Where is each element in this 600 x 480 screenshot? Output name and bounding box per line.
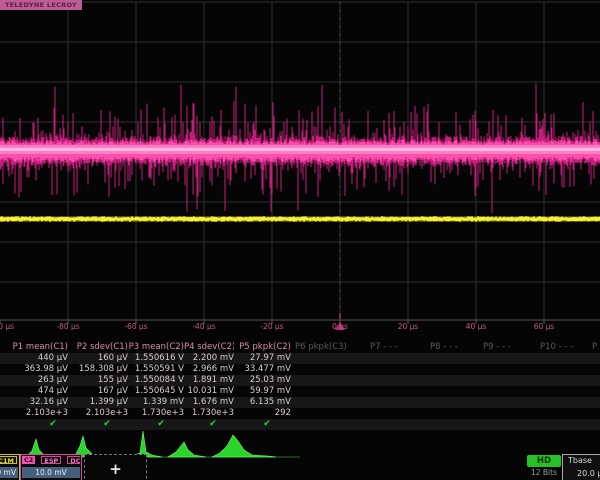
add-trace-button[interactable]: + [84, 454, 147, 480]
timebase-label: Tbase [568, 456, 592, 465]
param-header-p2[interactable]: P2 sdev(C1) [68, 342, 128, 353]
c1-scale-value: 10.0 mV [0, 467, 18, 478]
time-axis-tick-label: 20 µs [398, 322, 419, 331]
histicon-p5[interactable] [212, 435, 276, 457]
status-check-icon-p5: ✔ [260, 419, 274, 430]
param-header-p5[interactable]: P5 pkpk(C2) [234, 342, 291, 353]
measure-value-r4-p2: 1.399 µV [68, 397, 128, 408]
measure-value-r0-p2: 160 µV [68, 353, 128, 364]
status-check-icon-p1: ✔ [46, 419, 60, 430]
measure-value-r3-p4: 10.031 mV [184, 386, 234, 397]
timebase-descriptor[interactable]: Tbase 20.0 µs [562, 454, 600, 480]
c2-chip-row: C2 ESP DC1M [22, 456, 80, 466]
measure-value-r2-p5: 25.03 mV [234, 375, 291, 386]
measure-value-r3-p3: 1.550645 V [128, 386, 184, 397]
measure-value-r3-p5: 59.97 mV [234, 386, 291, 397]
time-axis-tick-label: -40 µs [192, 322, 215, 331]
measure-value-r1-p1: 363.98 µV [0, 364, 68, 375]
measure-value-r3-p1: 474 µV [0, 386, 68, 397]
status-check-icon-p4: ✔ [206, 419, 220, 430]
measure-value-r2-p1: 263 µV [0, 375, 68, 386]
time-axis-tick-label: -60 µs [124, 322, 147, 331]
c1-coupling-chip: DC1M [0, 456, 17, 464]
histicon-p4[interactable] [168, 442, 206, 457]
plus-icon: + [85, 457, 146, 480]
measure-value-r2-p2: 155 µV [68, 375, 128, 386]
status-check-icon-p2: ✔ [100, 419, 114, 430]
time-axis-tick-label: 60 µs [534, 322, 555, 331]
measure-stats-row: 32.16 µV1.399 µV1.339 mV1.676 mV6.135 mV [0, 397, 600, 408]
oscilloscope-screen: TELEDYNE LECROY -100 µs -80 µs -60 µs -40 µ… [0, 0, 600, 480]
param-header-inactive-p7[interactable]: P7 - - - [370, 342, 398, 353]
channel-c1-descriptor[interactable]: DC1M 10.0 mV [0, 454, 20, 480]
hd-bits-label: 12 Bits [523, 468, 565, 477]
c2-probe-chip: ESP [41, 456, 61, 464]
c2-scale-value: 10.0 mV [22, 467, 80, 478]
measure-stats-row: 2.103e+32.103e+31.730e+31.730e+3292 [0, 408, 600, 419]
measure-header-row: P1 mean(C1)P2 sdev(C1)P3 mean(C2)P4 sdev… [0, 342, 600, 353]
timebase-scale-value: 20.0 µs [577, 469, 600, 478]
measure-value-r1-p5: 33.477 mV [234, 364, 291, 375]
measure-value-r4-p3: 1.339 mV [128, 397, 184, 408]
brand-badge: TELEDYNE LECROY [0, 0, 82, 10]
measure-value-r5-p4: 1.730e+3 [184, 408, 234, 419]
measure-value-r1-p4: 2.966 mV [184, 364, 234, 375]
measure-value-r1-p3: 1.550591 V [128, 364, 184, 375]
c2-coupling-chip: DC1M [67, 456, 80, 464]
hd-mode-badge[interactable]: HD [527, 455, 561, 467]
measurement-table: P1 mean(C1)P2 sdev(C1)P3 mean(C2)P4 sdev… [0, 342, 600, 430]
measure-stats-row: 263 µV155 µV1.550084 V1.891 mV25.03 mV [0, 375, 600, 386]
time-axis-tick-label: 0 µs [332, 322, 348, 331]
measure-stats-row: 363.98 µV158.308 µV1.550591 V2.966 mV33.… [0, 364, 600, 375]
c1-chip-row: DC1M [0, 456, 18, 466]
measure-value-r0-p3: 1.550616 V [128, 353, 184, 364]
param-header-inactive-p11[interactable]: P [592, 342, 597, 353]
time-axis-tick-label: -100 µs [0, 322, 14, 331]
c2-hot-center [0, 148, 600, 151]
measure-value-r4-p1: 32.16 µV [0, 397, 68, 408]
measure-value-r5-p1: 2.103e+3 [0, 408, 68, 419]
param-header-inactive-p6[interactable]: P6 pkpk(C3) [295, 342, 347, 353]
param-header-inactive-p9[interactable]: P9 - - - [483, 342, 511, 353]
time-axis-tick-label: -80 µs [56, 322, 79, 331]
measure-value-r0-p5: 27.97 mV [234, 353, 291, 364]
measure-value-r1-p2: 158.308 µV [68, 364, 128, 375]
measure-value-r2-p4: 1.891 mV [184, 375, 234, 386]
time-axis-labels: -100 µs -80 µs -60 µs -40 µs -20 µs 0 µs 20 µs… [0, 322, 600, 334]
measure-stats-row: 440 µV160 µV1.550616 V2.200 mV27.97 mV [0, 353, 600, 364]
param-header-p1[interactable]: P1 mean(C1) [0, 342, 68, 353]
param-header-inactive-p8[interactable]: P8 - - - [430, 342, 458, 353]
measure-value-r4-p4: 1.676 mV [184, 397, 234, 408]
measure-value-r3-p2: 167 µV [68, 386, 128, 397]
param-header-inactive-p10[interactable]: P10 - - - [540, 342, 573, 353]
time-axis-tick-label: -20 µs [260, 322, 283, 331]
measure-value-r0-p4: 2.200 mV [184, 353, 234, 364]
measure-value-r0-p1: 440 µV [0, 353, 68, 364]
param-header-p3[interactable]: P3 mean(C2) [128, 342, 184, 353]
measure-stats-row: 474 µV167 µV1.550645 V10.031 mV59.97 mV [0, 386, 600, 397]
channel-c2-descriptor[interactable]: C2 ESP DC1M 10.0 mV [20, 454, 82, 480]
measure-value-r4-p5: 6.135 mV [234, 397, 291, 408]
measure-value-r5-p5: 292 [234, 408, 291, 419]
measure-value-r5-p3: 1.730e+3 [128, 408, 184, 419]
measure-value-r2-p3: 1.550084 V [128, 375, 184, 386]
time-axis-tick-label: 40 µs [466, 322, 487, 331]
measure-status-row: ✔ ✔ ✔ ✔ ✔ [0, 419, 600, 430]
status-check-icon-p3: ✔ [154, 419, 168, 430]
param-header-p4[interactable]: P4 sdev(C2) [184, 342, 234, 353]
c2-channel-chip: C2 [22, 456, 35, 464]
measure-value-r5-p2: 2.103e+3 [68, 408, 128, 419]
